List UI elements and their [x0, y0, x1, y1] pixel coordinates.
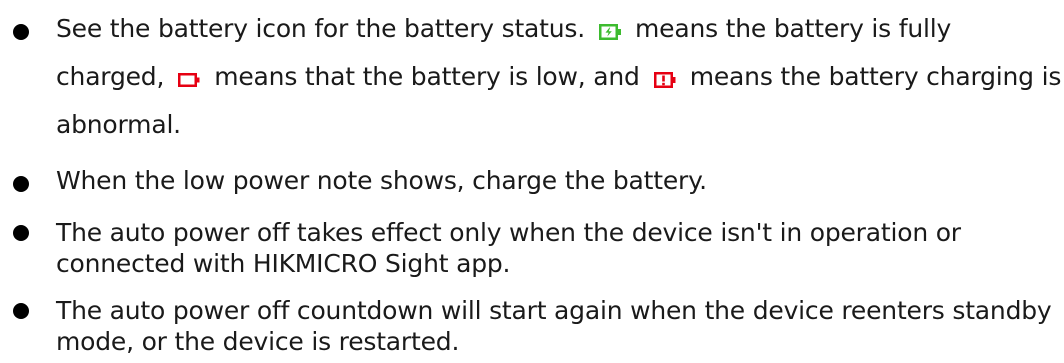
battery-intro-text: See the battery icon for the battery sta…	[56, 14, 585, 43]
list-item-countdown: The auto power off countdown will start …	[0, 279, 1064, 357]
list-item-low-power: When the low power note shows, charge th…	[0, 149, 1064, 201]
bullet	[13, 225, 29, 241]
bullet	[13, 176, 29, 192]
auto-power-off-text: The auto power off takes effect only whe…	[56, 218, 961, 278]
notes-list: See the battery icon for the battery sta…	[0, 0, 1064, 357]
battery-low-icon	[178, 72, 200, 88]
list-item-auto-power-off: The auto power off takes effect only whe…	[0, 201, 1064, 279]
battery-abnormal-icon	[653, 72, 676, 88]
countdown-text: The auto power off countdown will start …	[56, 296, 1052, 356]
list-item-battery-icons: See the battery icon for the battery sta…	[0, 0, 1064, 149]
battery-full-charging-icon	[598, 24, 621, 40]
battery-low-text: means that the battery is low, and	[214, 62, 640, 91]
bullet	[13, 303, 29, 319]
bullet	[13, 24, 29, 40]
low-power-text: When the low power note shows, charge th…	[56, 166, 707, 195]
